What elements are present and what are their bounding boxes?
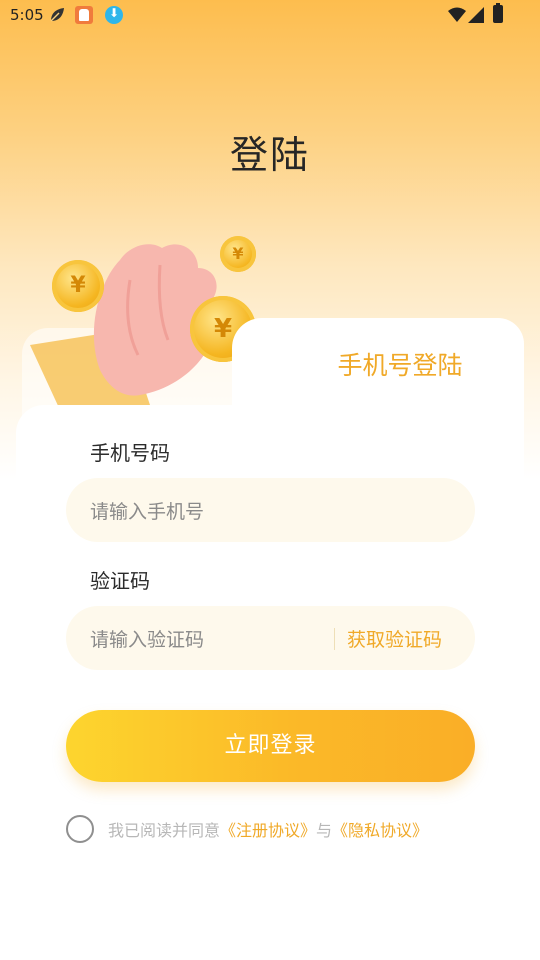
battery-icon (493, 3, 503, 23)
code-label: 验证码 (90, 569, 150, 593)
phone-label: 手机号码 (90, 441, 170, 465)
agreement-text: 我已阅读并同意《注册协议》与《隐私协议》 (108, 817, 428, 841)
code-divider (334, 628, 335, 650)
app-notification-icon (75, 6, 93, 24)
phone-placeholder: 请输入手机号 (90, 501, 205, 523)
agreement-prefix: 我已阅读并同意 (108, 821, 221, 840)
login-button[interactable]: 立即登录 (66, 710, 475, 782)
phone-input[interactable]: 请输入手机号 (66, 478, 475, 542)
status-bar: 5:05 (0, 0, 540, 32)
leaf-icon (50, 8, 64, 22)
privacy-agreement-link[interactable]: 《隐私协议》 (332, 821, 428, 840)
page-title: 登陆 (229, 133, 310, 177)
agreement-checkbox[interactable] (66, 815, 94, 843)
coin-top: ¥ (220, 236, 256, 272)
agreement-connector: 与 (316, 821, 333, 840)
wifi-icon (448, 7, 466, 22)
download-icon (105, 6, 123, 24)
register-agreement-link[interactable]: 《注册协议》 (220, 821, 316, 840)
get-code-button[interactable]: 获取验证码 (347, 625, 442, 652)
code-placeholder: 请输入验证码 (90, 629, 205, 651)
status-time: 5:05 (10, 6, 44, 24)
signal-icon (468, 7, 484, 23)
coin-left: ¥ (52, 260, 104, 312)
code-input[interactable]: 请输入验证码 获取验证码 (66, 606, 475, 670)
tab-phone-login[interactable]: 手机号登陆 (300, 346, 500, 382)
